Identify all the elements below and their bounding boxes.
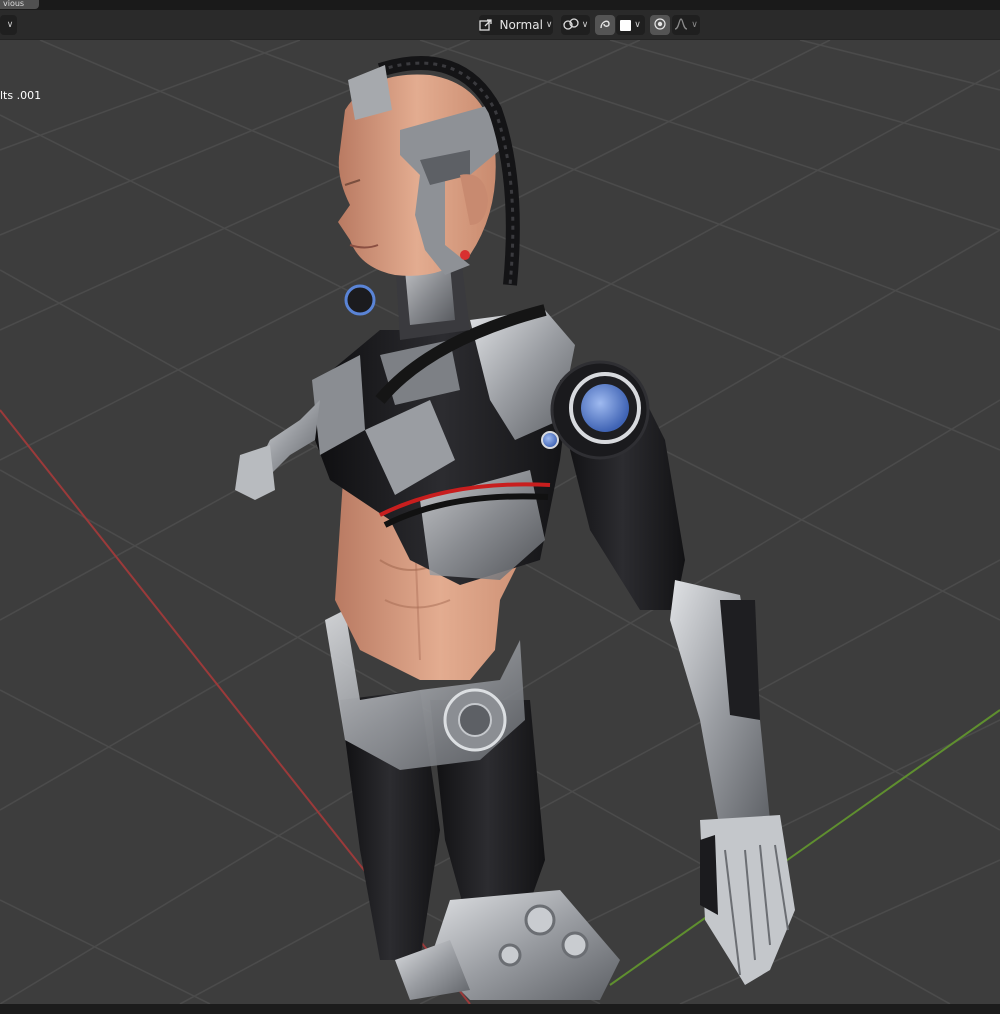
proportional-edit-toggle[interactable]	[595, 15, 615, 35]
chevron-down-icon: ∨	[6, 20, 14, 30]
cyborg-model[interactable]	[235, 56, 795, 1000]
snap-link-icon	[563, 17, 579, 34]
snap-target-dropdown[interactable]: ∨	[561, 15, 590, 35]
viewport-canvas	[0, 40, 1000, 1004]
falloff-curve-icon	[674, 17, 688, 34]
left-hand	[235, 445, 275, 500]
chevron-down-icon: ∨	[545, 20, 553, 30]
color-swatch-icon	[620, 19, 632, 31]
chevron-down-icon: ∨	[634, 20, 641, 30]
bottom-strip	[0, 1004, 1000, 1014]
mode-dropdown[interactable]: ∨	[0, 15, 17, 35]
shoulder-light	[581, 384, 629, 432]
pivot-dot-icon	[653, 17, 667, 34]
transform-orientation-dropdown[interactable]: Normal ∨	[479, 15, 553, 35]
pivot-toggle[interactable]	[650, 15, 670, 35]
orientation-icon	[479, 18, 495, 32]
viewport-header: ∨ Normal ∨ ∨ ∨ ∨	[0, 10, 1000, 40]
falloff-dropdown[interactable]: ∨	[672, 15, 700, 35]
3d-viewport[interactable]: lts .001	[0, 40, 1000, 1004]
head-clamp	[348, 65, 392, 120]
y-axis-line	[609, 709, 1000, 986]
orientation-label: Normal	[499, 18, 543, 32]
top-strip: vious	[0, 0, 1000, 10]
chevron-down-icon: ∨	[691, 20, 698, 30]
previous-tab[interactable]: vious	[0, 0, 39, 9]
color-swatch-dropdown[interactable]: ∨	[616, 15, 645, 35]
object-name-label: lts .001	[0, 89, 42, 102]
proportional-edit-icon	[598, 17, 612, 34]
chevron-down-icon: ∨	[581, 20, 589, 30]
